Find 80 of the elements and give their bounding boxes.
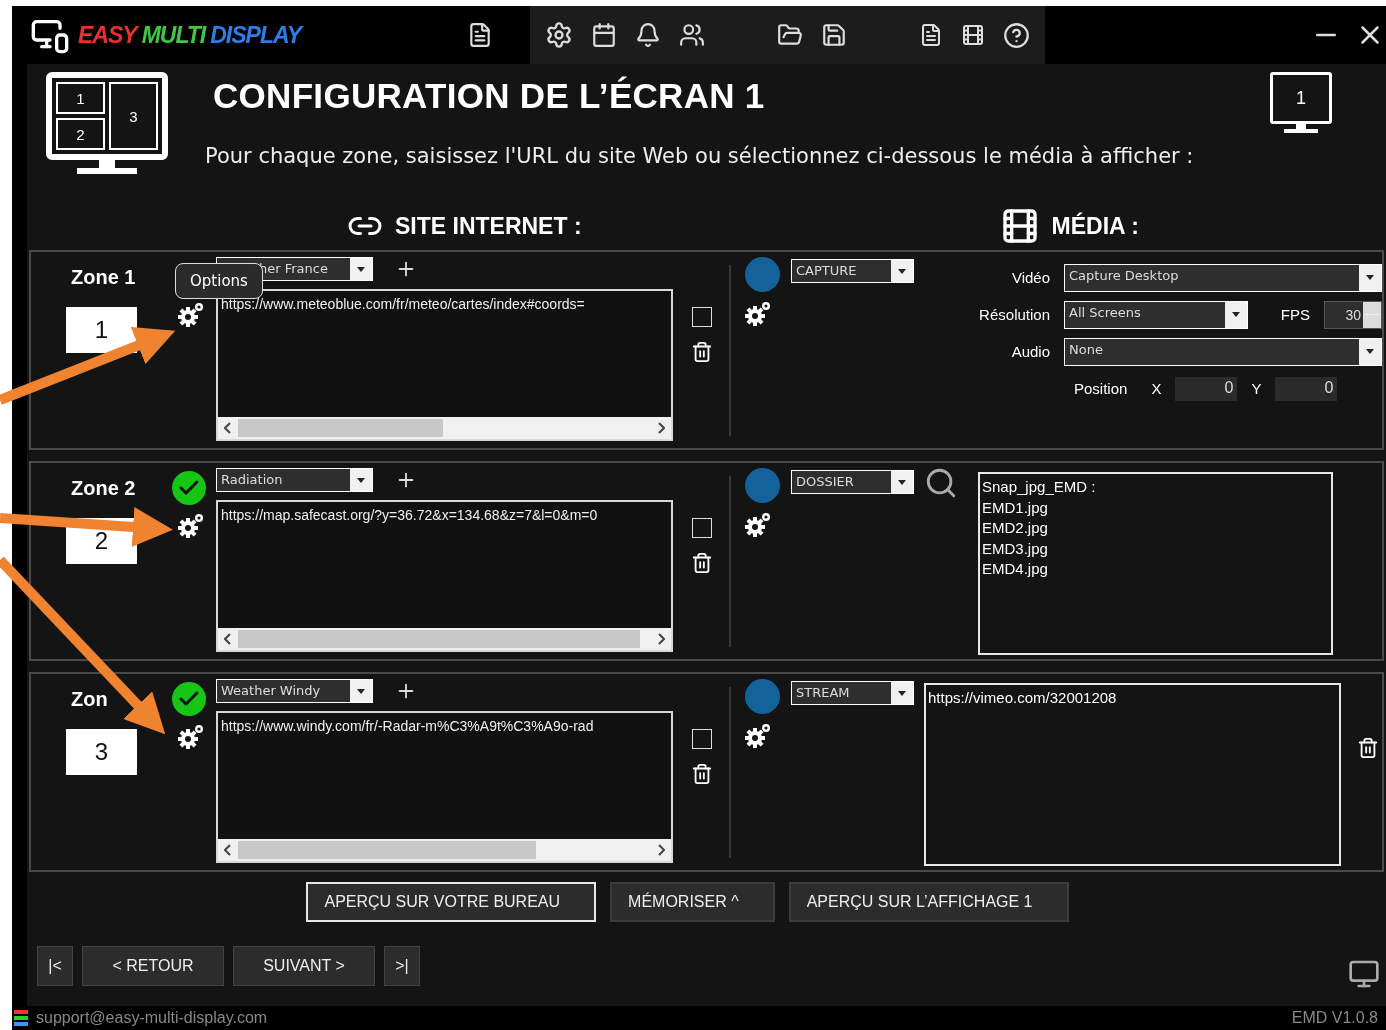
gears-icon bbox=[178, 301, 206, 327]
options-button[interactable] bbox=[178, 301, 206, 327]
section-heading: SITE INTERNET : bbox=[395, 212, 582, 240]
field-label: Position bbox=[1074, 380, 1128, 397]
gears-icon bbox=[178, 512, 206, 538]
zone-label: Zone 1 bbox=[70, 265, 137, 289]
file-list[interactable]: Snap_jpg_EMD : EMD1.jpg EMD2.jpg EMD3.jpg EMD4.jpg bbox=[978, 472, 1333, 655]
trash-icon[interactable] bbox=[690, 763, 713, 785]
list-item: EMD2.jpg bbox=[982, 518, 1049, 538]
instruction-text: Pour chaque zone, saisissez l'URL du site Web ou sélectionnez ci-dessous le média à afficher : bbox=[205, 144, 1195, 168]
url-field[interactable]: https://www.meteoblue.com/fr/meteo/cartes/index#coords= bbox=[216, 289, 673, 441]
preset-dropdown[interactable]: Radiation bbox=[216, 468, 373, 492]
action-button[interactable]: APERÇU SUR VOTRE BUREAU bbox=[306, 882, 597, 922]
chevron-right-icon[interactable] bbox=[657, 844, 665, 856]
resolution-dropdown[interactable]: All Screens bbox=[1064, 300, 1248, 329]
options-button[interactable] bbox=[745, 300, 773, 326]
url-field[interactable]: https://map.safecast.org/?y=36.72&x=134.68&z=7&l=0&m=0 bbox=[216, 500, 673, 652]
monitor-icon[interactable] bbox=[1348, 958, 1380, 990]
version-label: EMD V1.0.8 bbox=[1291, 1009, 1378, 1027]
options-button[interactable] bbox=[178, 723, 206, 749]
scrollbar-thumb[interactable] bbox=[238, 419, 443, 437]
audio-dropdown[interactable]: None bbox=[1064, 337, 1382, 366]
url-field[interactable]: https://www.windy.com/fr/-Radar-m%C3%A9t%C3%A9o-rad bbox=[216, 711, 673, 863]
zone-label: Zon bbox=[70, 687, 109, 711]
chevron-left-icon[interactable] bbox=[224, 633, 232, 645]
scrollbar-thumb[interactable] bbox=[238, 630, 640, 648]
action-button[interactable]: APERÇU SUR L’AFFICHAGE 1 bbox=[788, 882, 1069, 922]
stream-url-field[interactable]: https://vimeo.com/32001208 bbox=[924, 683, 1341, 866]
status-dot bbox=[745, 257, 780, 292]
x-input[interactable]: 0 bbox=[1175, 376, 1238, 401]
list-item: EMD3.jpg bbox=[982, 538, 1049, 559]
preset-dropdown[interactable]: Weather Windy bbox=[216, 679, 373, 703]
nav-button[interactable]: SUIVANT > bbox=[233, 946, 375, 986]
nav-button[interactable]: |< bbox=[37, 946, 73, 986]
fps-spinner[interactable]: 30 bbox=[1324, 300, 1382, 329]
checkbox[interactable] bbox=[691, 307, 712, 327]
nav-button[interactable]: >| bbox=[384, 946, 420, 986]
field-label: Résolution bbox=[979, 306, 1050, 323]
app-icon bbox=[14, 1010, 28, 1026]
nav-button[interactable]: < RETOUR bbox=[82, 946, 224, 986]
field-label: Y bbox=[1251, 380, 1262, 397]
gears-icon bbox=[745, 300, 773, 326]
chevron-left-icon[interactable] bbox=[224, 422, 232, 434]
chevron-left-icon[interactable] bbox=[224, 844, 232, 856]
status-dot bbox=[745, 679, 780, 714]
gears-icon bbox=[745, 722, 773, 748]
page-title: CONFIGURATION DE L’ÉCRAN 1 bbox=[213, 76, 766, 116]
field-label: X bbox=[1151, 380, 1162, 397]
zone-number: 1 bbox=[66, 307, 137, 353]
checkbox[interactable] bbox=[691, 729, 712, 749]
trash-icon[interactable] bbox=[690, 552, 713, 574]
chevron-right-icon[interactable] bbox=[657, 633, 665, 645]
zone-number: 3 bbox=[66, 729, 137, 775]
options-button[interactable] bbox=[745, 511, 773, 537]
options-button[interactable] bbox=[745, 722, 773, 748]
search-icon[interactable] bbox=[924, 466, 958, 500]
field-label: Audio bbox=[1011, 343, 1050, 360]
trash-icon[interactable] bbox=[690, 341, 713, 363]
checkbox[interactable] bbox=[691, 518, 712, 538]
media-type-dropdown[interactable]: CAPTURE bbox=[791, 259, 914, 283]
app-logo: EASY MULTI DISPLAY bbox=[78, 21, 302, 49]
y-input[interactable]: 0 bbox=[1275, 376, 1338, 401]
field-label: FPS bbox=[1280, 306, 1310, 323]
media-type-dropdown[interactable]: DOSSIER bbox=[791, 470, 914, 494]
section-heading: MÉDIA : bbox=[1051, 212, 1139, 240]
list-item: EMD1.jpg bbox=[982, 497, 1049, 518]
action-button[interactable]: MÉMORISER ^ bbox=[610, 882, 775, 922]
scrollbar-thumb[interactable] bbox=[238, 841, 536, 859]
gears-icon bbox=[178, 723, 206, 749]
chevron-right-icon[interactable] bbox=[657, 422, 665, 434]
field-label: Vidéo bbox=[1011, 269, 1050, 286]
list-item: EMD4.jpg bbox=[982, 559, 1049, 579]
options-button[interactable] bbox=[178, 512, 206, 538]
list-item: Snap_jpg_EMD : bbox=[982, 477, 1097, 497]
support-email: support@easy-multi-display.com bbox=[36, 1009, 268, 1027]
media-type-dropdown[interactable]: STREAM bbox=[791, 681, 914, 705]
gears-icon bbox=[745, 511, 773, 537]
video-dropdown[interactable]: Capture Desktop bbox=[1064, 263, 1382, 292]
status-dot bbox=[745, 468, 780, 503]
zone-label: Zone 2 bbox=[70, 476, 137, 500]
